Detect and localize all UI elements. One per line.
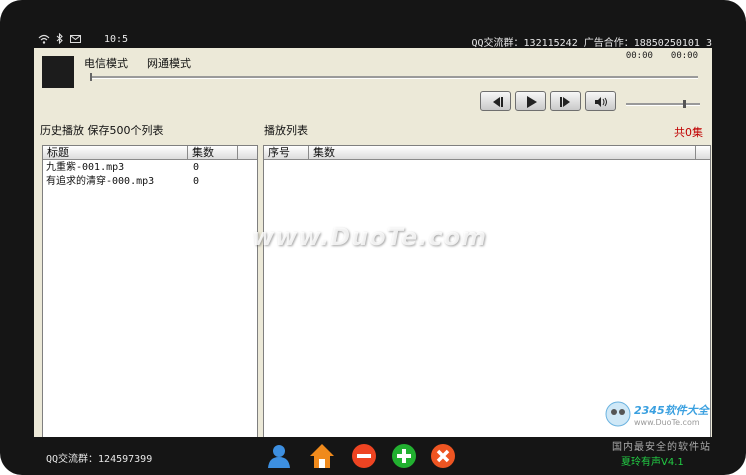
volume-button[interactable] bbox=[585, 91, 616, 111]
episode-count: 共0集 bbox=[674, 126, 703, 139]
qq-group-ad: QQ交流群：132115242 广告合作：18850250101 3 bbox=[471, 38, 712, 49]
bluetooth-icon bbox=[56, 33, 63, 44]
seek-handle[interactable] bbox=[90, 73, 92, 81]
history-row[interactable]: 九重紫-001.mp3 0 bbox=[43, 161, 257, 174]
next-icon bbox=[560, 97, 570, 107]
main-screen: 电信模式 网通模式 00:00 00:00 历史播放 保存500个列表 播放列表… bbox=[34, 48, 712, 437]
volume-handle[interactable] bbox=[682, 100, 686, 108]
netcom-mode-button[interactable]: 网通模式 bbox=[147, 55, 191, 71]
home-icon[interactable] bbox=[309, 443, 335, 469]
mail-icon bbox=[70, 34, 81, 43]
total-time: 00:00 bbox=[670, 51, 698, 61]
time-display: 00:00 00:00 bbox=[626, 51, 698, 61]
volume-icon bbox=[595, 97, 607, 107]
history-row[interactable]: 有追求的清穿-000.mp3 0 bbox=[43, 175, 257, 188]
status-icons bbox=[38, 33, 81, 44]
seek-bar[interactable] bbox=[90, 73, 698, 81]
history-row-title: 九重紫-001.mp3 bbox=[46, 162, 125, 173]
playlist-col-blank bbox=[696, 146, 710, 160]
history-row-title: 有追求的清穿-000.mp3 bbox=[46, 176, 155, 187]
status-bar: 10:5 QQ交流群：132115242 广告合作：18850250101 3 bbox=[34, 31, 712, 49]
telecom-mode-button[interactable]: 电信模式 bbox=[84, 55, 128, 71]
bottom-qq-group: QQ交流群：124597399 bbox=[46, 454, 153, 465]
history-row-episodes: 0 bbox=[193, 162, 200, 173]
brand-line3: 国内最安全的软件站 bbox=[612, 442, 711, 453]
wifi-icon bbox=[38, 34, 50, 44]
play-button[interactable] bbox=[515, 91, 546, 111]
remove-icon[interactable] bbox=[351, 443, 377, 469]
clock: 10:5 bbox=[104, 34, 129, 45]
device-frame: 10:5 QQ交流群：132115242 广告合作：18850250101 3 … bbox=[0, 0, 746, 475]
history-col-blank bbox=[238, 146, 257, 160]
brand-logo: 2345软件大全 www.DuoTe.com 国内最安全的软件站 bbox=[604, 398, 746, 460]
brand-line1: 2345软件大全 bbox=[634, 404, 709, 417]
user-icon[interactable] bbox=[266, 443, 292, 469]
playlist-title: 播放列表 bbox=[264, 124, 308, 137]
play-icon bbox=[527, 96, 537, 108]
next-button[interactable] bbox=[550, 91, 581, 111]
history-title: 历史播放 保存500个列表 bbox=[40, 124, 164, 137]
history-list[interactable]: 标题 集数 九重紫-001.mp3 0 有追求的清穿-000.mp3 0 bbox=[42, 145, 258, 437]
history-col-title[interactable]: 标题 bbox=[43, 146, 188, 160]
playlist-col-index[interactable]: 序号 bbox=[264, 146, 309, 160]
brand-line2: www.DuoTe.com bbox=[634, 418, 700, 427]
playlist-col-episodes[interactable]: 集数 bbox=[309, 146, 696, 160]
close-icon[interactable] bbox=[430, 443, 456, 469]
add-icon[interactable] bbox=[391, 443, 417, 469]
history-col-episodes[interactable]: 集数 bbox=[188, 146, 238, 160]
history-row-episodes: 0 bbox=[193, 176, 200, 187]
previous-button[interactable] bbox=[480, 91, 511, 111]
globe-icon bbox=[605, 401, 631, 427]
album-art bbox=[42, 56, 74, 88]
previous-icon bbox=[493, 97, 503, 107]
watermark: www.DuoTe.com bbox=[252, 223, 487, 251]
current-time: 00:00 bbox=[625, 51, 653, 61]
playlist[interactable]: 序号 集数 bbox=[263, 145, 711, 437]
volume-slider[interactable] bbox=[626, 100, 700, 108]
